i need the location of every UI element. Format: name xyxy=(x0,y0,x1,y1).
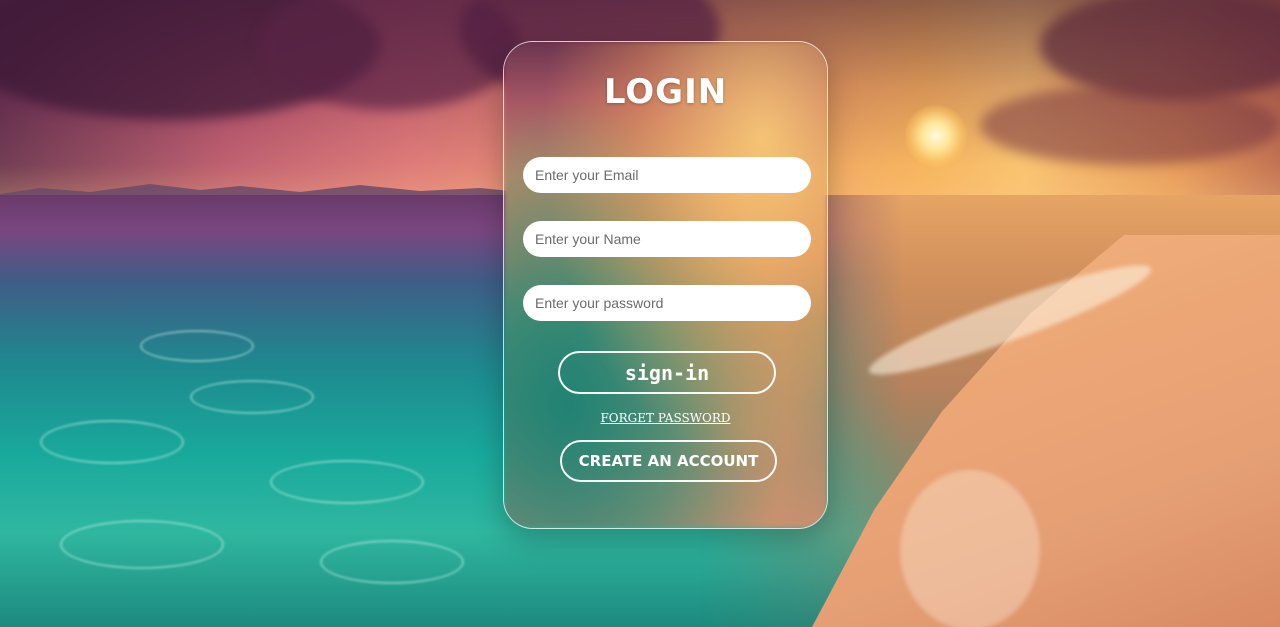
beach-background: LOGIN sign-in FORGET PASSWORD CREATE AN … xyxy=(0,0,1280,627)
water-ripple xyxy=(40,420,184,464)
cloud xyxy=(980,85,1280,165)
sun xyxy=(905,105,967,167)
sign-in-button[interactable]: sign-in xyxy=(558,351,776,394)
forget-password-link[interactable]: FORGET PASSWORD xyxy=(504,411,827,425)
password-input[interactable] xyxy=(523,285,811,321)
login-form: LOGIN sign-in FORGET PASSWORD CREATE AN … xyxy=(504,42,827,528)
wave-foam xyxy=(900,470,1040,627)
email-input[interactable] xyxy=(523,157,811,193)
login-card: LOGIN sign-in FORGET PASSWORD CREATE AN … xyxy=(503,41,828,529)
create-account-button[interactable]: CREATE AN ACCOUNT xyxy=(560,440,777,482)
water-ripple xyxy=(190,380,314,414)
login-title: LOGIN xyxy=(603,72,728,112)
name-input[interactable] xyxy=(523,221,811,257)
water-ripple xyxy=(60,520,224,569)
water-ripple xyxy=(270,460,424,504)
water-ripple xyxy=(320,540,464,584)
water-ripple xyxy=(140,330,254,362)
